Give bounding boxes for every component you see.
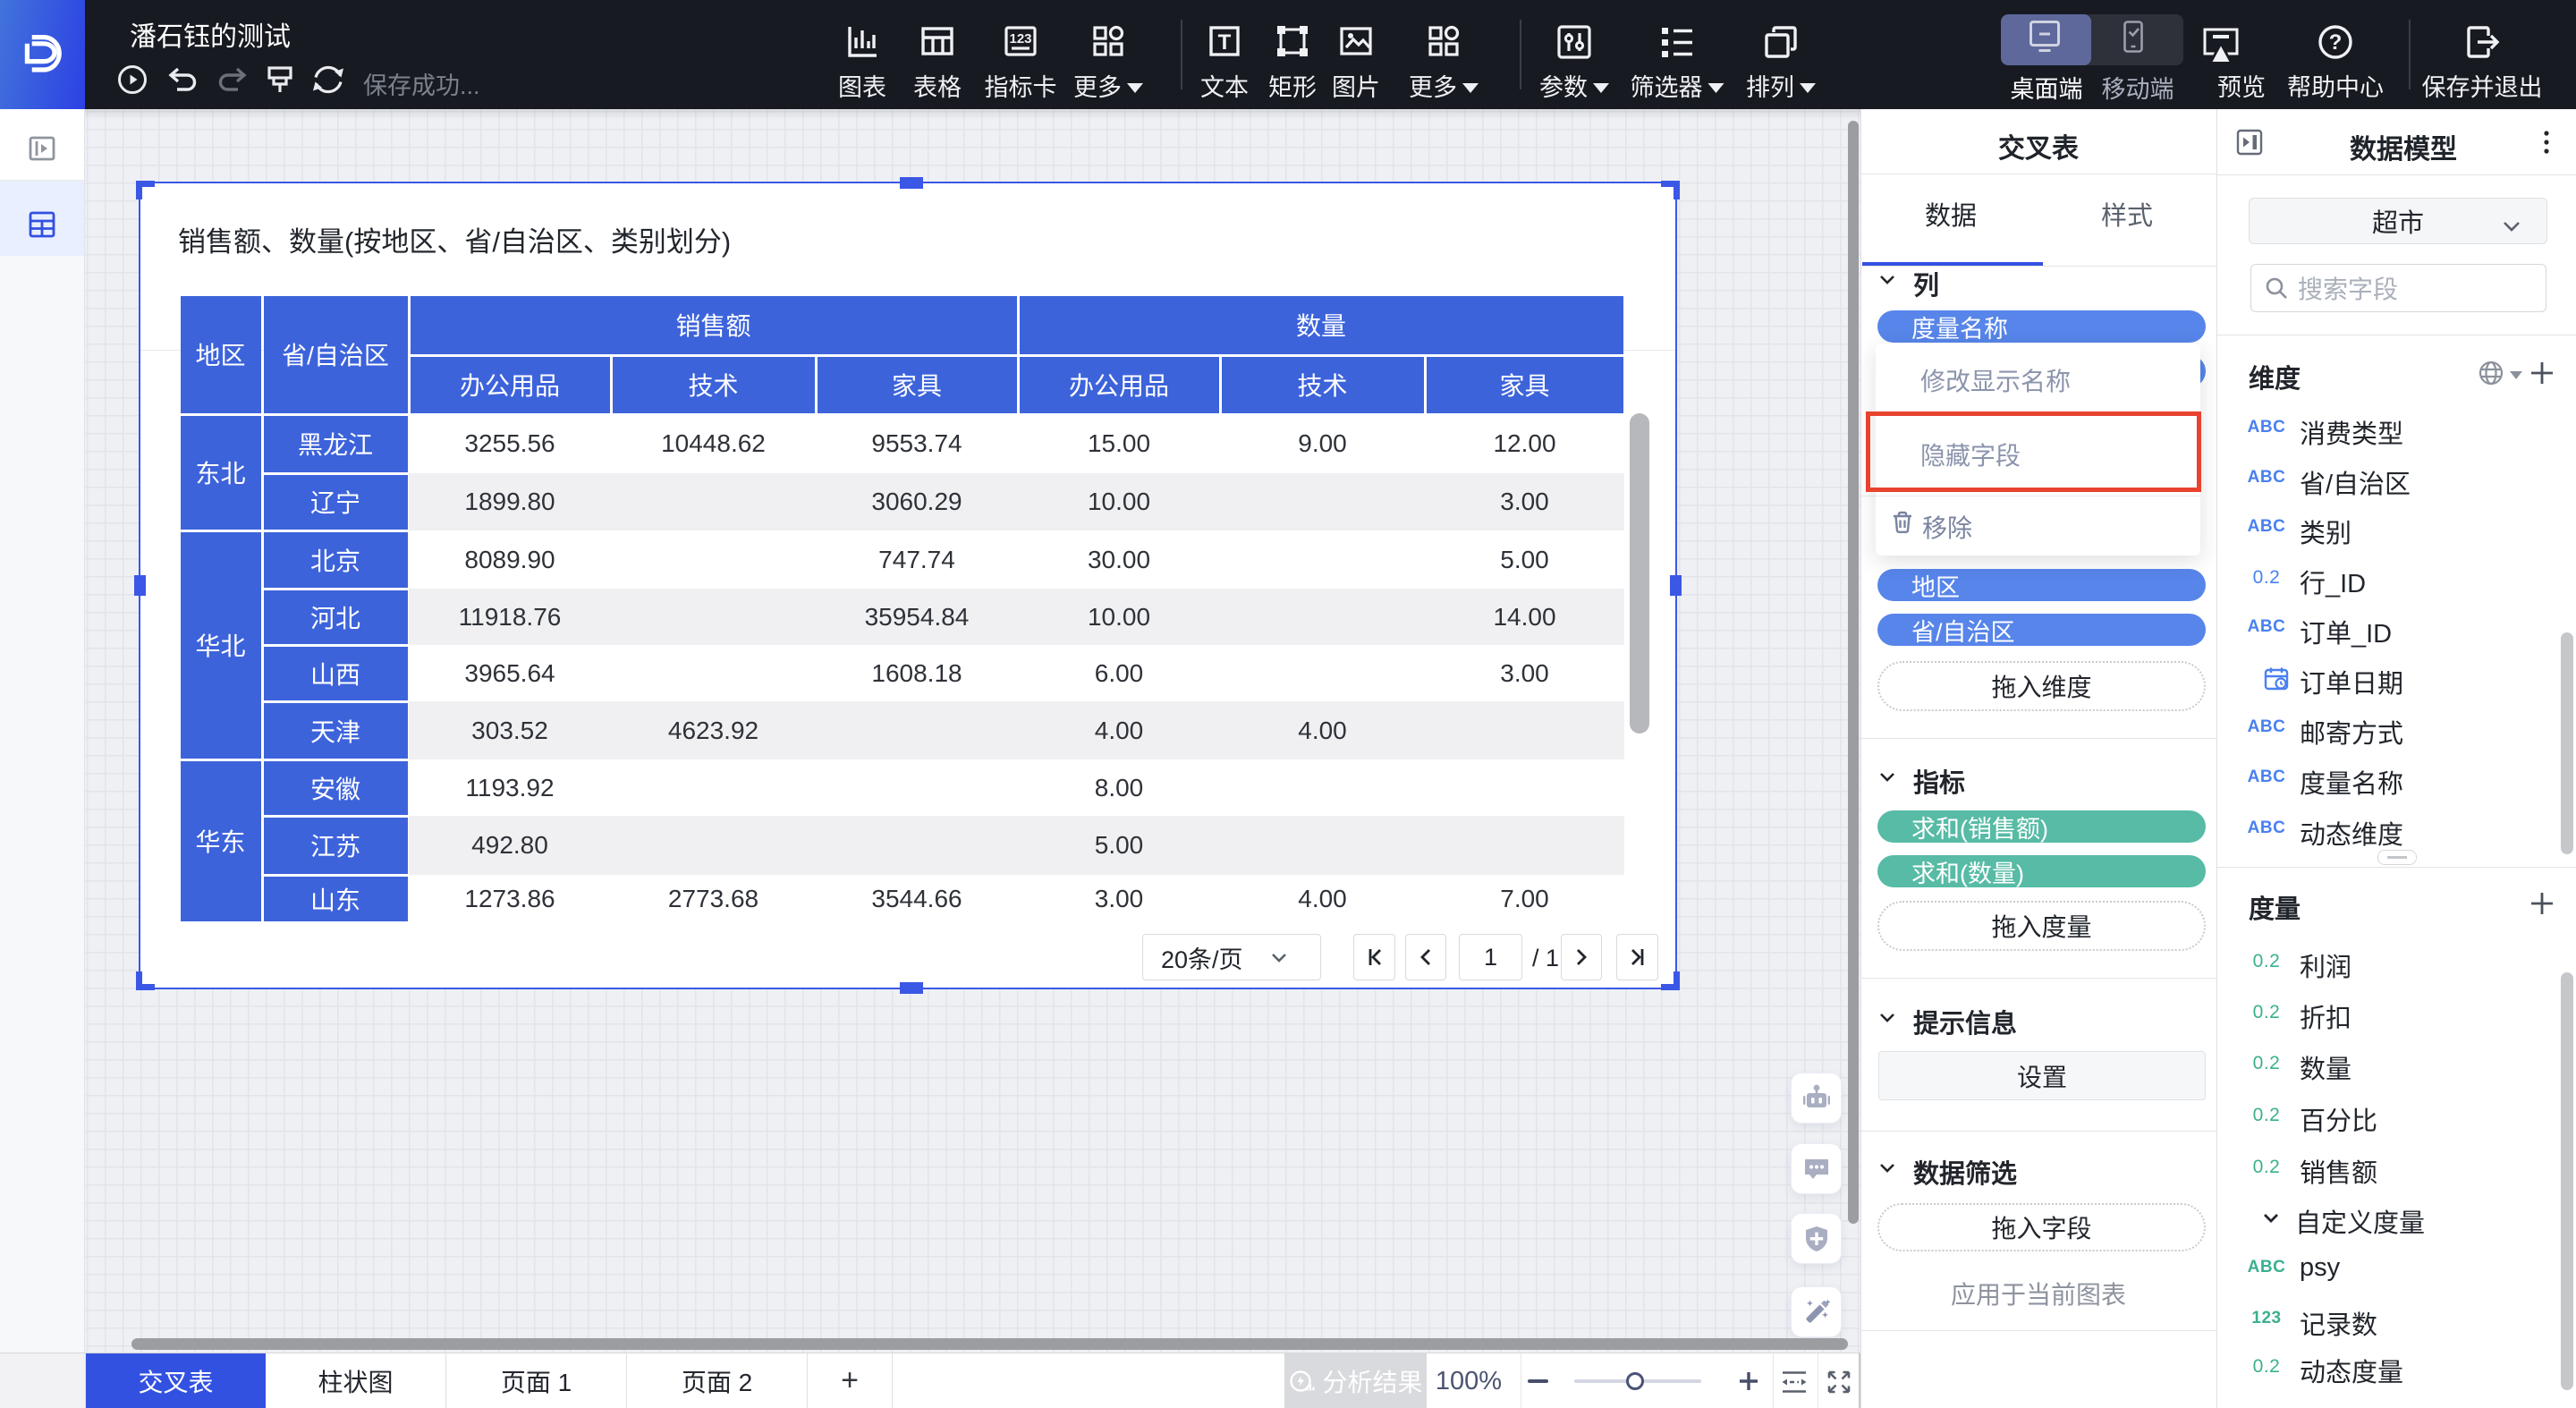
svg-text:123: 123 [1009,31,1031,47]
svg-text:?: ? [2329,30,2343,55]
